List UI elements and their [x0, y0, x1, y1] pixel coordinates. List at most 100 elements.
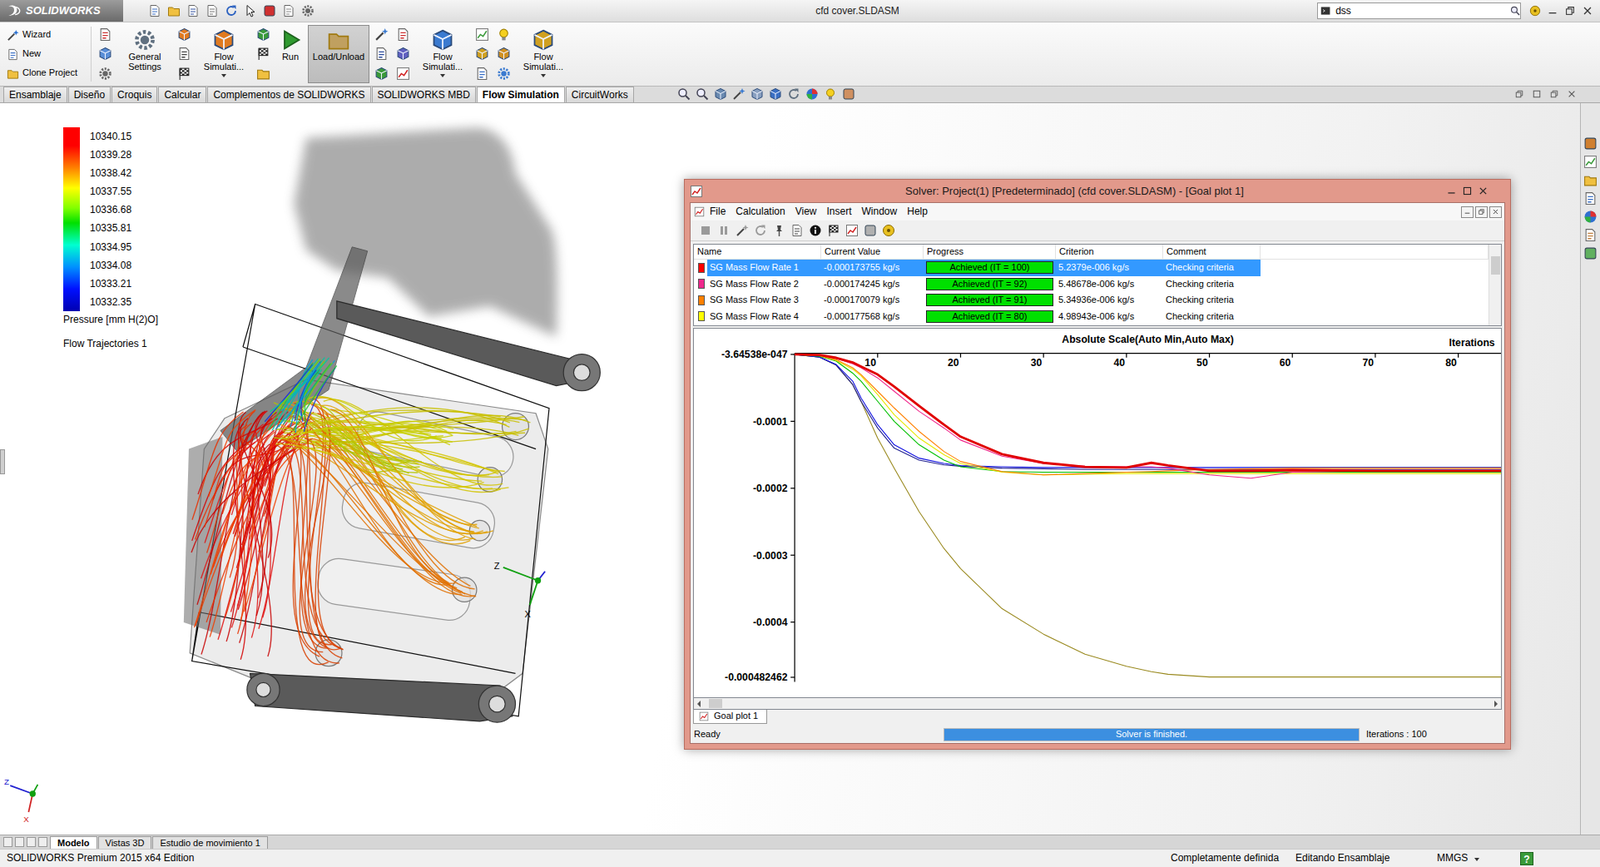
vertical-scrollbar[interactable] [1488, 244, 1501, 326]
command-tab[interactable]: Diseño [68, 86, 111, 103]
child-restore-icon[interactable] [1477, 208, 1486, 216]
minimize-icon[interactable] [1546, 4, 1559, 17]
ribbon-button[interactable]: Run [275, 24, 306, 84]
rebuild-icon[interactable] [262, 4, 277, 18]
search-input[interactable] [1332, 4, 1508, 17]
help-button[interactable]: ? [1520, 852, 1534, 866]
file-properties-icon[interactable] [282, 4, 296, 18]
options-icon[interactable] [301, 4, 315, 18]
tool-icon[interactable] [374, 27, 389, 42]
view-tool-icon[interactable] [750, 87, 764, 101]
view-tool-icon[interactable] [823, 87, 838, 101]
open-folder-icon[interactable] [167, 4, 181, 18]
goal-row[interactable]: SG Mass Flow Rate 1-0.000173755 kg/sAchi… [693, 259, 1489, 277]
tool-icon[interactable] [475, 27, 490, 42]
tool-icon[interactable] [475, 46, 490, 61]
tool-icon[interactable] [496, 46, 511, 61]
model-tab[interactable]: Vistas 3D [98, 836, 153, 849]
task-pane-icon[interactable] [1583, 173, 1598, 188]
tool-icon[interactable] [177, 66, 192, 81]
column-header[interactable]: Current Value [821, 244, 924, 260]
minimize-icon[interactable] [1446, 185, 1457, 197]
dropdown-arrow-icon[interactable] [540, 74, 546, 78]
print-icon[interactable] [205, 4, 219, 18]
command-tab[interactable]: Croquis [111, 86, 158, 103]
view-tool-icon[interactable] [677, 87, 691, 101]
view-tool-icon[interactable] [842, 87, 856, 101]
solver-tool-icon[interactable] [808, 223, 823, 238]
column-header[interactable]: Progress [923, 244, 1056, 260]
tool-icon[interactable] [396, 27, 411, 42]
tool-icon[interactable] [374, 66, 389, 81]
close-icon[interactable] [1477, 185, 1489, 197]
task-pane-icon[interactable] [1583, 136, 1598, 151]
menu-item[interactable]: Help [901, 205, 933, 218]
tool-icon[interactable] [374, 46, 389, 61]
solver-tool-icon[interactable] [753, 223, 768, 238]
tool-icon[interactable] [256, 66, 271, 81]
menu-item[interactable]: Calculation [730, 205, 790, 218]
goal-row[interactable]: SG Mass Flow Rate 3-0.000170079 kg/sAchi… [693, 292, 1489, 309]
command-tab[interactable]: SOLIDWORKS MBD [371, 86, 476, 103]
view-tool-icon[interactable] [787, 87, 801, 101]
ribbon-list-item[interactable]: Wizard [6, 26, 84, 44]
ribbon-list-item[interactable]: New [6, 45, 84, 63]
help-icon[interactable] [1529, 4, 1541, 17]
view-tool-icon[interactable] [768, 87, 783, 101]
menu-item[interactable]: Insert [822, 205, 857, 218]
goal-row[interactable]: SG Mass Flow Rate 2-0.000174245 kg/sAchi… [693, 276, 1489, 293]
tab-scroll-button[interactable] [38, 837, 48, 848]
select-cursor-icon[interactable] [243, 4, 258, 18]
ribbon-button[interactable]: Flow Simulati... [196, 24, 252, 84]
tool-icon[interactable] [256, 46, 271, 61]
tool-icon[interactable] [496, 27, 511, 42]
view-tool-icon[interactable] [805, 87, 819, 101]
search-icon[interactable] [1510, 4, 1521, 17]
command-tab[interactable]: Calcular [158, 86, 207, 103]
solver-tool-icon[interactable] [863, 223, 877, 238]
view-tool-icon[interactable] [713, 87, 728, 101]
tab-scroll-button[interactable] [26, 837, 36, 848]
menu-item[interactable]: File [704, 205, 731, 218]
tool-icon[interactable] [98, 66, 113, 81]
child-minimize-icon[interactable] [1463, 208, 1472, 216]
tool-icon[interactable] [177, 27, 192, 42]
tab-scroll-button[interactable] [3, 837, 13, 848]
task-pane-icon[interactable] [1583, 246, 1598, 261]
column-header[interactable]: Criterion [1055, 244, 1164, 260]
child-close-icon[interactable] [1491, 208, 1500, 216]
tile-icon[interactable] [1514, 89, 1525, 100]
model-tab[interactable]: Estudio de movimiento 1 [152, 836, 268, 849]
restore-view-icon[interactable] [1531, 89, 1542, 100]
view-tool-icon[interactable] [695, 87, 709, 101]
dropdown-arrow-icon[interactable] [221, 74, 227, 78]
goal-row[interactable]: SG Mass Flow Rate 4-0.000177568 kg/sAchi… [693, 308, 1489, 326]
tab-scroll-button[interactable] [14, 837, 25, 848]
maximize-icon[interactable] [1461, 185, 1473, 197]
column-header[interactable]: Name [693, 244, 822, 260]
tool-icon[interactable] [396, 46, 411, 61]
ribbon-button[interactable]: Flow Simulati... [415, 24, 471, 84]
unit-system[interactable]: MMGS [1433, 852, 1521, 864]
tool-icon[interactable] [98, 46, 113, 61]
ribbon-list-item[interactable]: Clone Project [6, 64, 84, 82]
solver-tool-icon[interactable] [698, 223, 713, 238]
close-view-icon[interactable] [1566, 89, 1577, 100]
ribbon-button[interactable]: Load/Unload [307, 24, 370, 84]
task-pane-icon[interactable] [1583, 154, 1598, 169]
tool-icon[interactable] [256, 27, 271, 42]
save-icon[interactable] [186, 4, 200, 18]
command-tab[interactable]: Complementos de SOLIDWORKS [207, 86, 371, 103]
panel-handle[interactable] [0, 449, 5, 475]
horizontal-scrollbar[interactable] [693, 697, 1502, 710]
solver-tool-icon[interactable] [881, 223, 896, 238]
solver-tool-icon[interactable] [845, 223, 859, 238]
task-pane-icon[interactable] [1583, 191, 1598, 206]
close-icon[interactable] [1581, 4, 1594, 17]
new-document-icon[interactable] [148, 4, 162, 18]
tool-icon[interactable] [98, 27, 113, 42]
dropdown-arrow-icon[interactable] [440, 74, 446, 78]
command-tab[interactable]: CircuitWorks [565, 86, 635, 103]
menu-item[interactable]: Window [856, 205, 903, 218]
solver-tab[interactable]: Goal plot 1 [693, 709, 768, 724]
